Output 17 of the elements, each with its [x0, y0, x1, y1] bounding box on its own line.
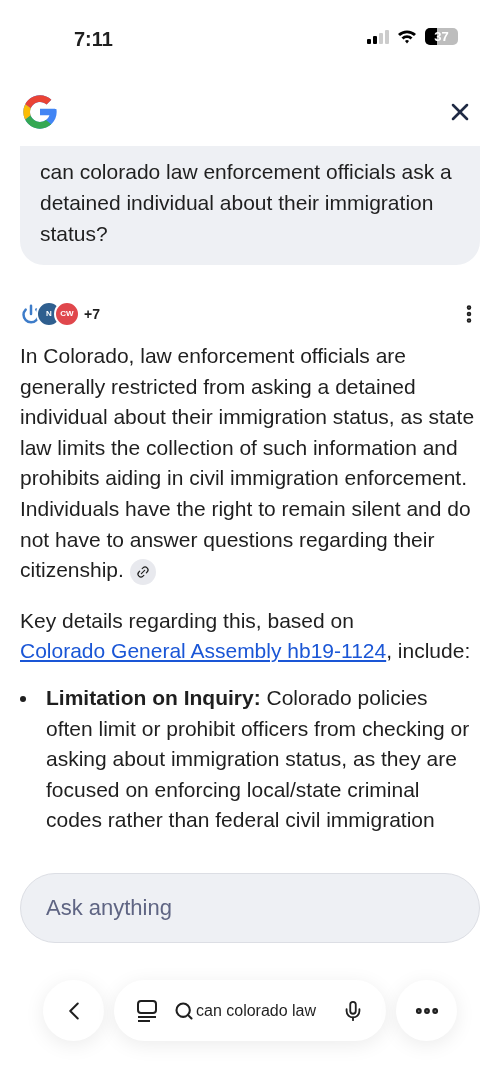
search-icon[interactable]	[174, 1000, 194, 1021]
search-query[interactable]: can colorado law	[196, 998, 317, 1023]
status-time: 7:11	[74, 27, 113, 52]
citation-link-icon[interactable]	[129, 558, 156, 585]
signal-icon	[367, 29, 389, 44]
ask-field[interactable]: Ask anything	[20, 873, 480, 943]
wifi-icon	[397, 29, 417, 44]
source-logo: CW	[54, 301, 80, 327]
answer-paragraph: In Colorado, law enforcement officials are generally restricted from asking a detained individual about their immigration status, as state law limits the collection of such information and prohibits aiding in civil immigration enforcement. Individuals have the right to remain silent and do not have to answer questions regarding their citizenship.	[20, 341, 480, 586]
key-details-paragraph: Key details regarding this, based on Colorado General Assembly hb19-1124, include:	[20, 607, 472, 665]
google-logo	[20, 92, 60, 132]
source-link[interactable]: Colorado General Assembly hb19-1124	[20, 639, 387, 663]
bullet-text: Limitation on Inquiry: Colorado policies often limit or prohibit officers from checking or asking about immigration status, as they are focused on enforcing local/state criminal codes rather than federal civil immigration	[46, 684, 471, 834]
tabs-icon[interactable]	[136, 998, 158, 1023]
query-bubble: can colorado law enforcement officials ask a detained individual about their immigration status?	[20, 146, 480, 265]
more-sources-count[interactable]: +7	[84, 303, 100, 325]
bullet-icon	[20, 695, 26, 702]
